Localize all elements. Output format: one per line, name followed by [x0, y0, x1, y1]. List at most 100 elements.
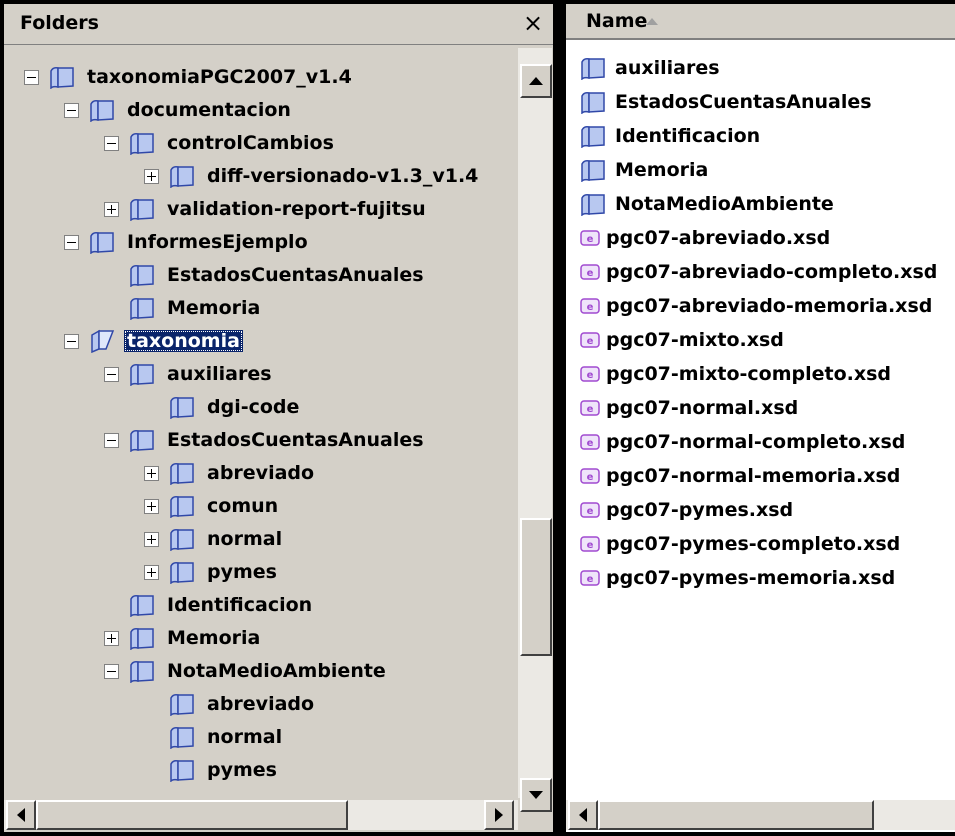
- expand-toggle-icon[interactable]: [104, 201, 119, 217]
- tree-node-label[interactable]: auxiliares: [164, 363, 275, 385]
- folders-horizontal-scrollbar[interactable]: [4, 800, 518, 830]
- expand-toggle-icon[interactable]: [144, 168, 159, 184]
- tree-node[interactable]: controlCambios: [104, 128, 337, 158]
- folder-icon: [170, 562, 194, 584]
- tree-node[interactable]: pymes: [144, 755, 280, 785]
- collapse-toggle-icon[interactable]: [64, 333, 79, 349]
- expand-toggle-icon[interactable]: [144, 531, 159, 547]
- tree-node[interactable]: auxiliares: [104, 359, 275, 389]
- tree-node[interactable]: validation-report-fujitsu: [104, 194, 429, 224]
- tree-node[interactable]: EstadosCuentasAnuales: [104, 425, 427, 455]
- file-list-item[interactable]: e pgc07-mixto-completo.xsd: [580, 358, 891, 390]
- tree-node-label[interactable]: taxonomiaPGC2007_v1.4: [84, 66, 355, 88]
- file-list-item[interactable]: e pgc07-abreviado-memoria.xsd: [580, 290, 932, 322]
- tree-node[interactable]: abreviado: [144, 689, 317, 719]
- expand-toggle-icon[interactable]: [144, 498, 159, 514]
- files-scroll-left-button[interactable]: [568, 800, 598, 830]
- collapse-toggle-icon[interactable]: [104, 366, 119, 382]
- tree-node[interactable]: NotaMedioAmbiente: [104, 656, 389, 686]
- tree-node-label[interactable]: taxonomia: [124, 330, 243, 352]
- file-list-item[interactable]: e pgc07-pymes-completo.xsd: [580, 528, 900, 560]
- collapse-toggle-icon[interactable]: [24, 69, 39, 85]
- tree-node[interactable]: abreviado: [144, 458, 317, 488]
- tree-node[interactable]: taxonomiaPGC2007_v1.4: [24, 62, 355, 92]
- folder-icon: [130, 199, 154, 221]
- tree-node[interactable]: Memoria: [104, 293, 263, 323]
- tree-node-label[interactable]: Identificacion: [164, 594, 315, 616]
- svg-text:e: e: [587, 506, 594, 517]
- files-pane: Name auxiliares EstadosCuentasAnuales Iden…: [566, 4, 955, 832]
- tree-node[interactable]: comun: [144, 491, 281, 521]
- file-list-item[interactable]: e pgc07-normal-completo.xsd: [580, 426, 905, 458]
- tree-node-label[interactable]: abreviado: [204, 693, 317, 715]
- folders-vertical-scrollbar[interactable]: [518, 48, 552, 812]
- tree-node-label[interactable]: InformesEjemplo: [124, 231, 311, 253]
- tree-node[interactable]: documentacion: [64, 95, 294, 125]
- close-folders-button[interactable]: ×: [521, 10, 545, 36]
- file-list-item[interactable]: e pgc07-mixto.xsd: [580, 324, 784, 356]
- file-list-item[interactable]: Identificacion: [580, 120, 760, 152]
- file-list-item[interactable]: NotaMedioAmbiente: [580, 188, 834, 220]
- files-horizontal-scroll-thumb[interactable]: [598, 800, 874, 830]
- tree-node-label[interactable]: normal: [204, 528, 285, 550]
- tree-node[interactable]: Identificacion: [104, 590, 315, 620]
- svg-text:e: e: [587, 370, 594, 381]
- folder-icon: [90, 232, 114, 254]
- expand-toggle-icon[interactable]: [104, 630, 119, 646]
- scroll-down-button[interactable]: [520, 778, 552, 812]
- tree-node-label[interactable]: pymes: [204, 561, 280, 583]
- file-list-item[interactable]: e pgc07-abreviado.xsd: [580, 222, 830, 254]
- scroll-up-button[interactable]: [520, 64, 552, 98]
- svg-text:e: e: [587, 302, 594, 313]
- collapse-toggle-icon[interactable]: [104, 432, 119, 448]
- tree-node-label[interactable]: Memoria: [164, 297, 263, 319]
- tree-node[interactable]: InformesEjemplo: [64, 227, 311, 257]
- tree-node-label[interactable]: validation-report-fujitsu: [164, 198, 429, 220]
- file-list-item[interactable]: e pgc07-pymes.xsd: [580, 494, 793, 526]
- file-list-item[interactable]: e pgc07-pymes-memoria.xsd: [580, 562, 895, 594]
- file-list-item[interactable]: auxiliares: [580, 52, 720, 84]
- file-list-item[interactable]: Memoria: [580, 154, 708, 186]
- tree-node[interactable]: normal: [144, 524, 285, 554]
- collapse-toggle-icon[interactable]: [104, 135, 119, 151]
- tree-node-label[interactable]: EstadosCuentasAnuales: [164, 429, 427, 451]
- file-list-item[interactable]: e pgc07-normal-memoria.xsd: [580, 460, 900, 492]
- tree-node[interactable]: EstadosCuentasAnuales: [104, 260, 427, 290]
- tree-node-label[interactable]: dgi-code: [204, 396, 302, 418]
- tree-node[interactable]: diff-versionado-v1.3_v1.4: [144, 161, 481, 191]
- tree-node-label[interactable]: controlCambios: [164, 132, 337, 154]
- file-list-item[interactable]: e pgc07-abreviado-completo.xsd: [580, 256, 937, 288]
- files-horizontal-scrollbar[interactable]: [566, 800, 955, 830]
- vertical-scroll-thumb[interactable]: [520, 518, 552, 656]
- collapse-toggle-icon[interactable]: [64, 234, 79, 250]
- tree-node-label[interactable]: Memoria: [164, 627, 263, 649]
- tree-node[interactable]: Memoria: [104, 623, 263, 653]
- arrow-left-icon: [579, 808, 587, 822]
- collapse-toggle-icon[interactable]: [64, 102, 79, 118]
- expand-toggle-icon[interactable]: [144, 564, 159, 580]
- scroll-right-button[interactable]: [484, 800, 514, 830]
- tree-node-label[interactable]: diff-versionado-v1.3_v1.4: [204, 165, 481, 187]
- file-list-item[interactable]: e pgc07-normal.xsd: [580, 392, 798, 424]
- tree-node-label[interactable]: documentacion: [124, 99, 294, 121]
- tree-node-label[interactable]: abreviado: [204, 462, 317, 484]
- tree-node-label[interactable]: comun: [204, 495, 281, 517]
- tree-node-label[interactable]: pymes: [204, 759, 280, 781]
- expand-toggle-icon[interactable]: [144, 465, 159, 481]
- tree-node[interactable]: normal: [144, 722, 285, 752]
- tree-node-label[interactable]: normal: [204, 726, 285, 748]
- scroll-left-button[interactable]: [6, 800, 36, 830]
- name-column-header[interactable]: Name: [566, 4, 955, 40]
- tree-node[interactable]: taxonomia: [64, 326, 243, 356]
- tree-node-label[interactable]: NotaMedioAmbiente: [164, 660, 389, 682]
- file-list-item[interactable]: EstadosCuentasAnuales: [580, 86, 872, 118]
- tree-node[interactable]: dgi-code: [144, 392, 302, 422]
- tree-node-label[interactable]: EstadosCuentasAnuales: [164, 264, 427, 286]
- arrow-down-icon: [529, 791, 543, 799]
- xsd-file-icon: e: [580, 264, 600, 280]
- tree-node[interactable]: pymes: [144, 557, 280, 587]
- collapse-toggle-icon[interactable]: [104, 663, 119, 679]
- xsd-file-icon: e: [580, 366, 600, 382]
- horizontal-scroll-thumb[interactable]: [36, 800, 348, 830]
- folder-tree: taxonomiaPGC2007_v1.4 documentacion contro…: [10, 48, 518, 798]
